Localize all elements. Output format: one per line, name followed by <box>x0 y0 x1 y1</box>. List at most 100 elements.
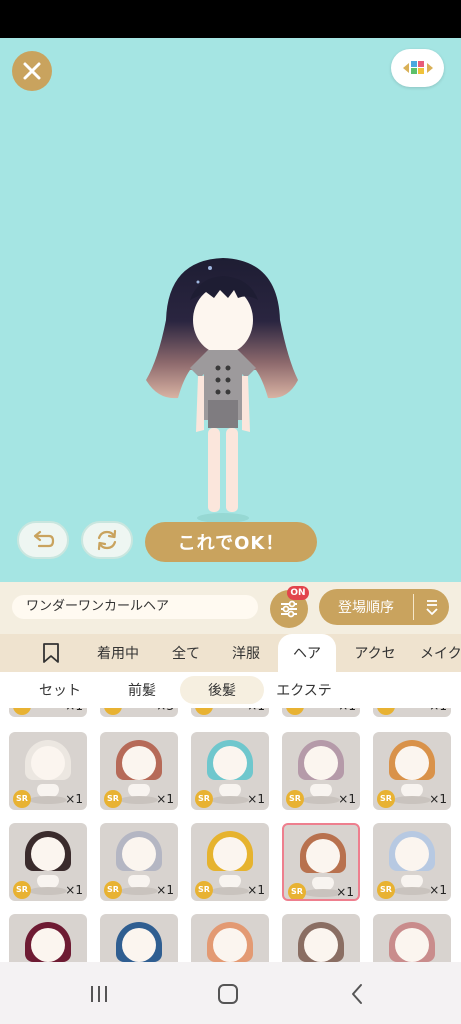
hair-item-card[interactable]: SR ×1 <box>373 732 451 810</box>
recent-apps-icon <box>91 986 107 1002</box>
mannequin-base <box>120 887 158 895</box>
item-card[interactable]: SR ×3 <box>100 708 178 717</box>
mannequin-base <box>211 887 249 895</box>
sort-order-button[interactable]: 登場順序 <box>319 589 449 625</box>
undo-button[interactable] <box>17 521 69 559</box>
close-icon <box>23 62 41 80</box>
mannequin-base <box>211 796 249 804</box>
item-count: ×1 <box>336 885 354 899</box>
rarity-badge: SR <box>195 790 213 808</box>
subtab-extensions[interactable]: エクステ <box>266 676 342 704</box>
rarity-badge: SR <box>288 883 306 899</box>
mannequin-base <box>302 796 340 804</box>
rotate-button[interactable] <box>81 521 133 559</box>
back-button[interactable] <box>342 980 372 1008</box>
hair-item-card[interactable] <box>9 914 87 962</box>
rarity-badge: SR <box>104 790 122 808</box>
color-menu-button[interactable] <box>391 49 444 87</box>
hair-item-card[interactable]: SR ×1 <box>100 732 178 810</box>
hair-item-card[interactable]: SR ×1 <box>373 823 451 901</box>
filter-on-badge: ON <box>287 586 309 600</box>
rarity-badge: SR <box>13 708 31 715</box>
item-count: ×1 <box>429 792 447 806</box>
tab-wearing[interactable]: 着用中 <box>88 634 148 672</box>
item-count: ×1 <box>247 792 265 806</box>
hair-item-card[interactable]: SR ×1 <box>191 732 269 810</box>
bookmark-icon <box>43 643 59 663</box>
home-button[interactable] <box>213 980 243 1008</box>
item-count: ×1 <box>247 883 265 897</box>
subtab-set[interactable]: セット <box>20 676 100 704</box>
rarity-badge: SR <box>286 708 304 715</box>
mannequin-base <box>393 796 431 804</box>
mannequin-head <box>213 837 247 871</box>
mannequin-base <box>29 887 67 895</box>
rarity-badge: SR <box>13 790 31 808</box>
hair-item-card[interactable]: SR ×1 <box>191 823 269 901</box>
mannequin-base <box>29 796 67 804</box>
hair-item-card[interactable] <box>100 914 178 962</box>
item-card[interactable]: SR ×1 <box>373 708 451 717</box>
mannequin-head <box>122 746 156 780</box>
color-menu-icon <box>402 61 433 74</box>
mannequin-head <box>31 837 65 871</box>
hair-item-card[interactable]: SR ×1 <box>9 732 87 810</box>
rarity-badge: SR <box>13 881 31 899</box>
back-icon <box>352 984 362 1004</box>
item-count: ×1 <box>247 708 265 713</box>
mannequin-head <box>31 928 65 962</box>
tab-bookmark[interactable] <box>34 634 68 672</box>
recent-apps-button[interactable] <box>84 980 114 1008</box>
rarity-badge: SR <box>377 708 395 715</box>
mannequin-head <box>395 746 429 780</box>
mannequin-head <box>122 837 156 871</box>
rarity-badge: SR <box>195 708 213 715</box>
selected-item-name: ワンダーワンカールヘア <box>12 595 258 619</box>
subtab-bangs[interactable]: 前髪 <box>104 676 180 704</box>
mannequin-head <box>306 839 340 873</box>
rotate-icon <box>97 529 117 551</box>
avatar-character <box>146 258 298 523</box>
item-count: ×1 <box>338 708 356 713</box>
rarity-badge: SR <box>377 881 395 899</box>
item-grid: SR ×1 SR ×3 SR ×1 SR ×1 SR ×1 SR ×1 SR ×1 SR ×1 SR ×1 SR ×1… <box>0 708 461 962</box>
tab-accessories[interactable]: アクセ <box>344 634 406 672</box>
item-card[interactable]: SR ×1 <box>191 708 269 717</box>
item-count: ×1 <box>156 883 174 897</box>
item-card[interactable]: SR ×1 <box>9 708 87 717</box>
hair-item-card[interactable] <box>282 914 360 962</box>
sort-order-label: 登場順序 <box>338 600 394 616</box>
tab-makeup[interactable]: メイク <box>420 634 461 672</box>
hair-item-card[interactable]: SR ×1 <box>9 823 87 901</box>
hair-item-card[interactable]: SR ×1 <box>282 823 360 901</box>
item-card[interactable]: SR ×1 <box>282 708 360 717</box>
item-count: ×1 <box>429 883 447 897</box>
home-icon <box>218 984 238 1004</box>
undo-icon <box>33 530 55 548</box>
hair-item-card[interactable] <box>373 914 451 962</box>
tab-clothes[interactable]: 洋服 <box>222 634 270 672</box>
mannequin-head <box>31 746 65 780</box>
close-button[interactable] <box>12 51 52 91</box>
mannequin-base <box>393 887 431 895</box>
item-count: ×1 <box>429 708 447 713</box>
mannequin-head <box>122 928 156 962</box>
subtab-back-hair[interactable]: 後髪 <box>180 676 264 704</box>
item-count: ×1 <box>65 708 83 713</box>
mannequin-head <box>213 746 247 780</box>
mannequin-head <box>304 746 338 780</box>
hair-item-card[interactable] <box>191 914 269 962</box>
sliders-icon <box>281 600 297 618</box>
tab-hair[interactable]: ヘア <box>278 634 336 672</box>
status-bar <box>0 0 461 38</box>
mannequin-head <box>395 928 429 962</box>
rarity-badge: SR <box>195 881 213 899</box>
rarity-badge: SR <box>104 881 122 899</box>
hair-item-card[interactable]: SR ×1 <box>100 823 178 901</box>
hair-item-card[interactable]: SR ×1 <box>282 732 360 810</box>
rarity-badge: SR <box>104 708 122 715</box>
rarity-badge: SR <box>377 790 395 808</box>
mannequin-base <box>120 796 158 804</box>
confirm-ok-button[interactable]: これでOK！ <box>145 522 317 562</box>
tab-all[interactable]: 全て <box>162 634 210 672</box>
